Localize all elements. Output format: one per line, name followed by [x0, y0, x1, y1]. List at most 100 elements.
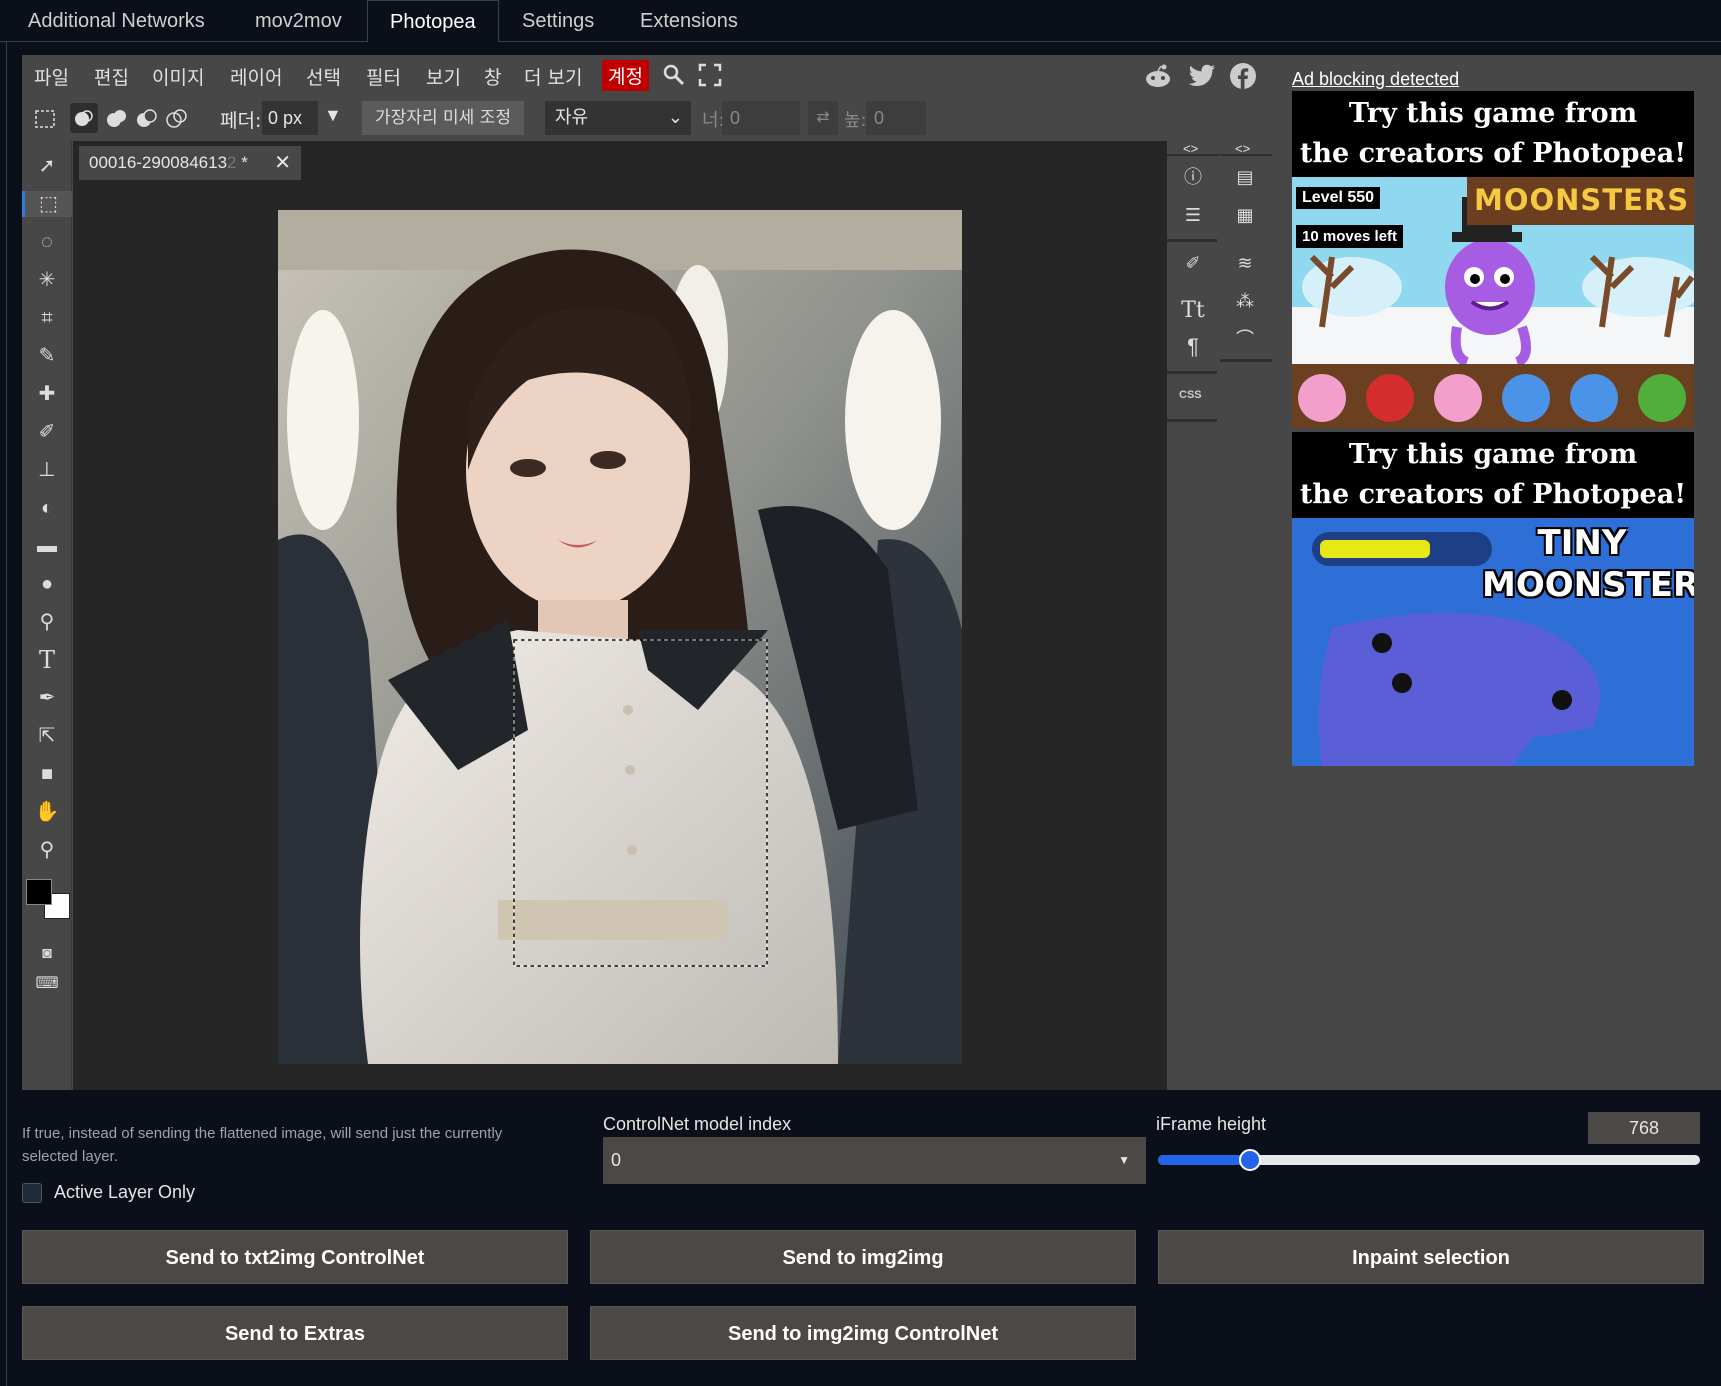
- layers-icon[interactable]: ≋: [1233, 251, 1257, 275]
- send-to-img2img-controlnet-button[interactable]: Send to img2img ControlNet: [590, 1306, 1136, 1360]
- info-icon[interactable]: ⓘ: [1181, 165, 1205, 189]
- stamp-tool-icon[interactable]: ⊥: [34, 457, 60, 483]
- width-input[interactable]: 0: [722, 101, 800, 135]
- side-panels: <> <> ⓘ ▤ ☰ ▦ ✐ ≋ Tt ⁂ ⌒ ¶ CSS: [1167, 141, 1272, 1090]
- brush-panel-icon[interactable]: ✐: [1181, 251, 1205, 275]
- ad-headline-1[interactable]: Try this game from the creators of Photo…: [1292, 91, 1694, 177]
- send-to-txt2img-controlnet-button[interactable]: Send to txt2img ControlNet: [22, 1230, 568, 1284]
- moonsters-moves: 10 moves left: [1296, 225, 1404, 248]
- facebook-icon[interactable]: [1229, 62, 1257, 95]
- tab-settings[interactable]: Settings: [500, 0, 616, 42]
- moonsters-creature-row: [1292, 364, 1694, 428]
- character-icon[interactable]: Tt: [1181, 299, 1205, 323]
- tiny-moonsters-game-banner[interactable]: TINY MOONSTERS: [1292, 518, 1694, 766]
- style-select[interactable]: 자유 ⌄: [545, 101, 691, 135]
- tab-additional-networks[interactable]: Additional Networks: [6, 0, 227, 42]
- active-layer-checkbox[interactable]: [22, 1183, 42, 1203]
- eyedropper-tool-icon[interactable]: ✎: [34, 343, 60, 369]
- document-modified-marker: *: [241, 153, 248, 172]
- active-layer-description: If true, instead of sending the flattene…: [22, 1125, 503, 1165]
- crop-tool-icon[interactable]: ⌗: [34, 305, 60, 331]
- tab-photopea[interactable]: Photopea: [367, 0, 499, 43]
- css-icon[interactable]: CSS: [1179, 389, 1202, 401]
- paragraph-icon[interactable]: ¶: [1181, 335, 1205, 359]
- adjustments-icon[interactable]: ☰: [1181, 203, 1205, 227]
- zoom-tool-icon[interactable]: ⚲: [34, 837, 60, 863]
- send-to-img2img-button[interactable]: Send to img2img: [590, 1230, 1136, 1284]
- dodge-tool-icon[interactable]: ⚲: [34, 609, 60, 635]
- active-layer-label: Active Layer Only: [54, 1182, 196, 1202]
- ad-blocking-link[interactable]: Ad blocking detected: [1292, 69, 1459, 90]
- moonsters-level: Level 550: [1296, 187, 1381, 209]
- document-tab-name: 00016-290084613: [89, 153, 228, 172]
- move-tool-icon[interactable]: ➚: [34, 153, 60, 179]
- refine-edge-button[interactable]: 가장자리 미세 조정: [362, 101, 524, 135]
- twitter-icon[interactable]: [1188, 64, 1216, 93]
- iframe-height-slider[interactable]: [1158, 1149, 1700, 1171]
- menu-select[interactable]: 선택: [306, 63, 341, 90]
- shape-tool-icon[interactable]: ■: [34, 761, 60, 787]
- selection-subtract-icon[interactable]: [132, 103, 160, 138]
- tab-mov2mov[interactable]: mov2mov: [233, 0, 364, 42]
- menu-view[interactable]: 보기: [426, 63, 461, 90]
- tab-extensions[interactable]: Extensions: [618, 0, 760, 42]
- path-select-tool-icon[interactable]: ⇱: [34, 723, 60, 749]
- ad-headline-2[interactable]: Try this game from the creators of Photo…: [1292, 432, 1694, 518]
- fullscreen-icon[interactable]: [698, 63, 722, 92]
- feather-input[interactable]: 0 px: [262, 101, 318, 135]
- menu-layer[interactable]: 레이어: [230, 63, 282, 90]
- menu-more[interactable]: 더 보기: [524, 63, 582, 90]
- blur-tool-icon[interactable]: ●: [34, 571, 60, 597]
- height-input[interactable]: 0: [866, 101, 926, 135]
- ad-headline-2b: the creators of Photopea!: [1299, 479, 1687, 510]
- healing-tool-icon[interactable]: ✚: [34, 381, 60, 407]
- brush-tool-icon[interactable]: ✐: [34, 419, 60, 445]
- menu-account[interactable]: 계정: [602, 60, 649, 91]
- type-tool-icon[interactable]: T: [34, 647, 60, 673]
- height-label: 높:: [844, 110, 867, 131]
- feather-dropdown-icon[interactable]: ▼: [324, 105, 342, 126]
- swap-icon[interactable]: ⇄: [808, 101, 838, 135]
- controlnet-index-dropdown[interactable]: 0 ▼: [603, 1137, 1146, 1184]
- quick-mask-icon[interactable]: ◙: [34, 941, 60, 967]
- hand-tool-icon[interactable]: ✋: [34, 799, 60, 825]
- keyboard-icon[interactable]: ⌨: [34, 971, 60, 997]
- selection-add-icon[interactable]: [102, 103, 130, 138]
- controlnet-index-label: ControlNet model index: [603, 1114, 792, 1134]
- moonsters-title: MOONSTERS: [1474, 183, 1690, 217]
- menu-file[interactable]: 파일: [34, 63, 69, 90]
- send-to-extras-button[interactable]: Send to Extras: [22, 1306, 568, 1360]
- ad-column: Ad blocking detected Try this game from …: [1272, 55, 1721, 1090]
- history-icon[interactable]: ▤: [1233, 165, 1257, 189]
- style-select-value: 자유: [555, 107, 589, 128]
- swatches-icon[interactable]: ▦: [1233, 203, 1257, 227]
- iframe-height-input[interactable]: 768: [1588, 1112, 1700, 1144]
- rect-select-icon[interactable]: [34, 109, 56, 134]
- pen-tool-icon[interactable]: ✒: [34, 685, 60, 711]
- channels-icon[interactable]: ⁂: [1233, 289, 1257, 313]
- menu-edit[interactable]: 편집: [94, 63, 129, 90]
- gradient-tool-icon[interactable]: ▬: [34, 533, 60, 559]
- menu-window[interactable]: 창: [484, 63, 501, 90]
- eraser-tool-icon[interactable]: ◐: [34, 495, 60, 521]
- marquee-tool-icon[interactable]: ⬚: [22, 191, 72, 217]
- menu-filter[interactable]: 필터: [366, 63, 401, 90]
- photopea-toolbar: ➚ ⬚ ◌ ✳ ⌗ ✎ ✚ ✐ ⊥ ◐ ▬ ● ⚲ T ✒ ⇱ ■ ✋ ⚲ ◙ …: [22, 141, 72, 1090]
- canvas-image[interactable]: [278, 210, 962, 1064]
- lasso-tool-icon[interactable]: ◌: [34, 229, 60, 255]
- selection-new-icon[interactable]: [70, 103, 98, 133]
- menu-image[interactable]: 이미지: [152, 63, 204, 90]
- search-icon[interactable]: [662, 63, 686, 92]
- moonsters-game-banner[interactable]: MOONSTERS Level 550 10 moves left: [1292, 177, 1694, 364]
- inpaint-selection-button[interactable]: Inpaint selection: [1158, 1230, 1704, 1284]
- slider-thumb[interactable]: [1239, 1149, 1262, 1171]
- feather-label: 페더:: [220, 110, 262, 132]
- selection-intersect-icon[interactable]: [162, 103, 190, 138]
- magic-wand-tool-icon[interactable]: ✳: [34, 267, 60, 293]
- paths-icon[interactable]: ⌒: [1233, 327, 1257, 351]
- document-tab[interactable]: 00016-2900846132 * ✕: [79, 146, 301, 180]
- foreground-color-swatch[interactable]: [26, 879, 52, 905]
- tiny-moonsters-title-a: TINY: [1537, 523, 1627, 563]
- reddit-icon[interactable]: [1144, 63, 1172, 94]
- close-icon[interactable]: ✕: [274, 146, 291, 180]
